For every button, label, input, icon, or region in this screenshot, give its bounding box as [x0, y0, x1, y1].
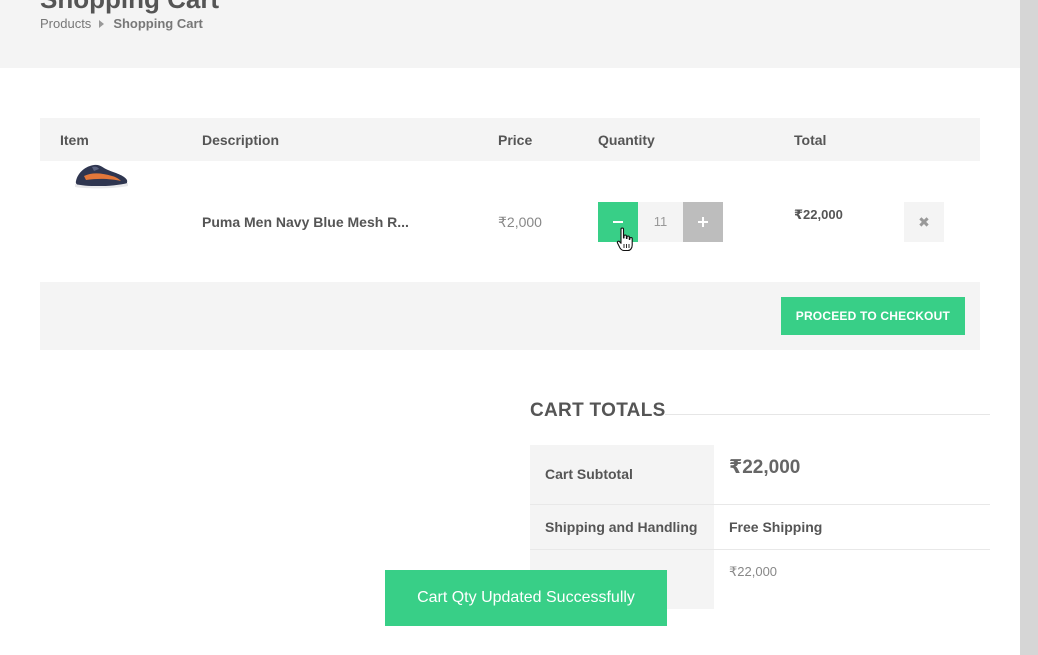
page-scrollbar[interactable]	[1020, 0, 1038, 655]
cart-totals-title: CART TOTALS	[530, 400, 666, 421]
table-row: Puma Men Navy Blue Mesh R... ₹2,000 11 ₹…	[40, 118, 980, 242]
cart-subtotal-row: Cart Subtotal ₹22,000	[530, 445, 990, 505]
divider	[665, 414, 990, 415]
close-icon[interactable]: ✖	[904, 202, 944, 242]
breadcrumb-products-link[interactable]: Products	[40, 16, 91, 31]
page-header: Shopping Cart Products Shopping Cart	[0, 0, 1020, 68]
cart-subtotal-label: Cart Subtotal	[545, 466, 633, 482]
proceed-to-checkout-button[interactable]: PROCEED TO CHECKOUT	[780, 297, 965, 335]
product-description-link[interactable]: Puma Men Navy Blue Mesh R...	[202, 214, 409, 230]
line-total: ₹22,000	[794, 207, 843, 222]
increase-quantity-button[interactable]	[683, 202, 723, 242]
breadcrumb: Products Shopping Cart	[40, 16, 203, 31]
shipping-value: Free Shipping	[729, 519, 823, 535]
product-thumbnail[interactable]	[72, 154, 132, 194]
breadcrumb-current: Shopping Cart	[113, 16, 203, 31]
order-total-value: ₹22,000	[729, 564, 778, 579]
page-title: Shopping Cart	[40, 0, 219, 12]
cart-subtotal-value: ₹22,000	[729, 457, 801, 478]
quantity-value[interactable]: 11	[638, 202, 683, 242]
shipping-row: Shipping and Handling Free Shipping	[530, 505, 990, 550]
toast-notification: Cart Qty Updated Successfully	[385, 570, 667, 626]
hand-pointer-icon	[616, 227, 633, 252]
shipping-label: Shipping and Handling	[545, 519, 698, 535]
checkout-bar: PROCEED TO CHECKOUT	[40, 282, 980, 350]
caret-right-icon	[99, 19, 105, 28]
product-price: ₹2,000	[498, 214, 542, 230]
